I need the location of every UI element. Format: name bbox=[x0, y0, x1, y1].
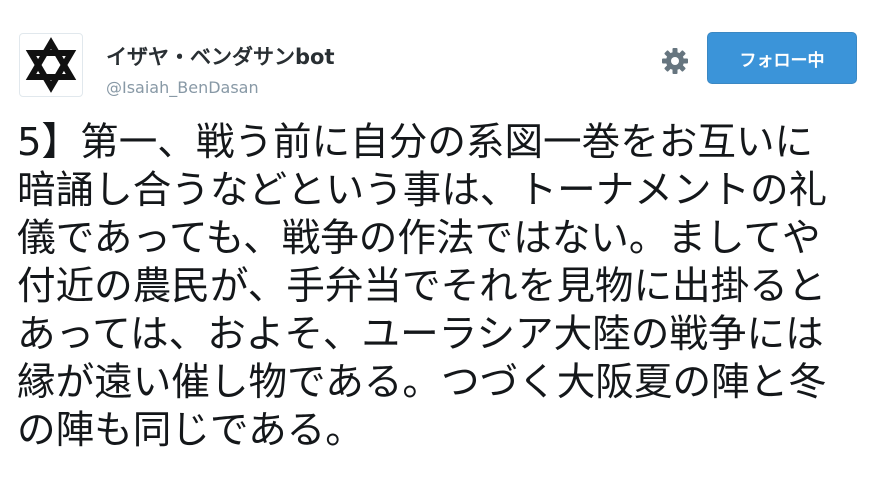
tweet-text-line: 縁が遠い催し物である。つづく大阪夏の陣と冬 bbox=[17, 360, 827, 405]
display-name[interactable]: イザヤ・ベンダサンbot bbox=[106, 41, 335, 71]
tweet-card: イザヤ・ベンダサンbot @Isaiah_BenDasan フォロー中 5】第一… bbox=[0, 0, 877, 477]
following-button[interactable]: フォロー中 bbox=[707, 32, 857, 84]
tweet-text: 5】第一、戦う前に自分の系図一巻をお互いに 暗誦し合うなどという事は、トーナメン… bbox=[17, 119, 867, 455]
tweet-text-line: 暗誦し合うなどという事は、トーナメントの礼 bbox=[17, 168, 828, 213]
screen-name[interactable]: @Isaiah_BenDasan bbox=[106, 78, 259, 97]
star-of-david-icon bbox=[25, 37, 77, 93]
avatar[interactable] bbox=[19, 33, 83, 97]
tweet-text-line: あっては、およそ、ユーラシア大陸の戦争には bbox=[17, 312, 824, 357]
gear-icon[interactable] bbox=[660, 46, 690, 76]
tweet-text-line: 付近の農民が、手弁当でそれを見物に出掛ると bbox=[17, 264, 827, 309]
tweet-text-line: の陣も同じである。 bbox=[17, 408, 364, 453]
tweet-text-line: 5】第一、戦う前に自分の系図一巻をお互いに bbox=[17, 120, 814, 165]
tweet-text-line: 儀であっても、戦争の作法ではない。ましてや bbox=[17, 216, 821, 261]
